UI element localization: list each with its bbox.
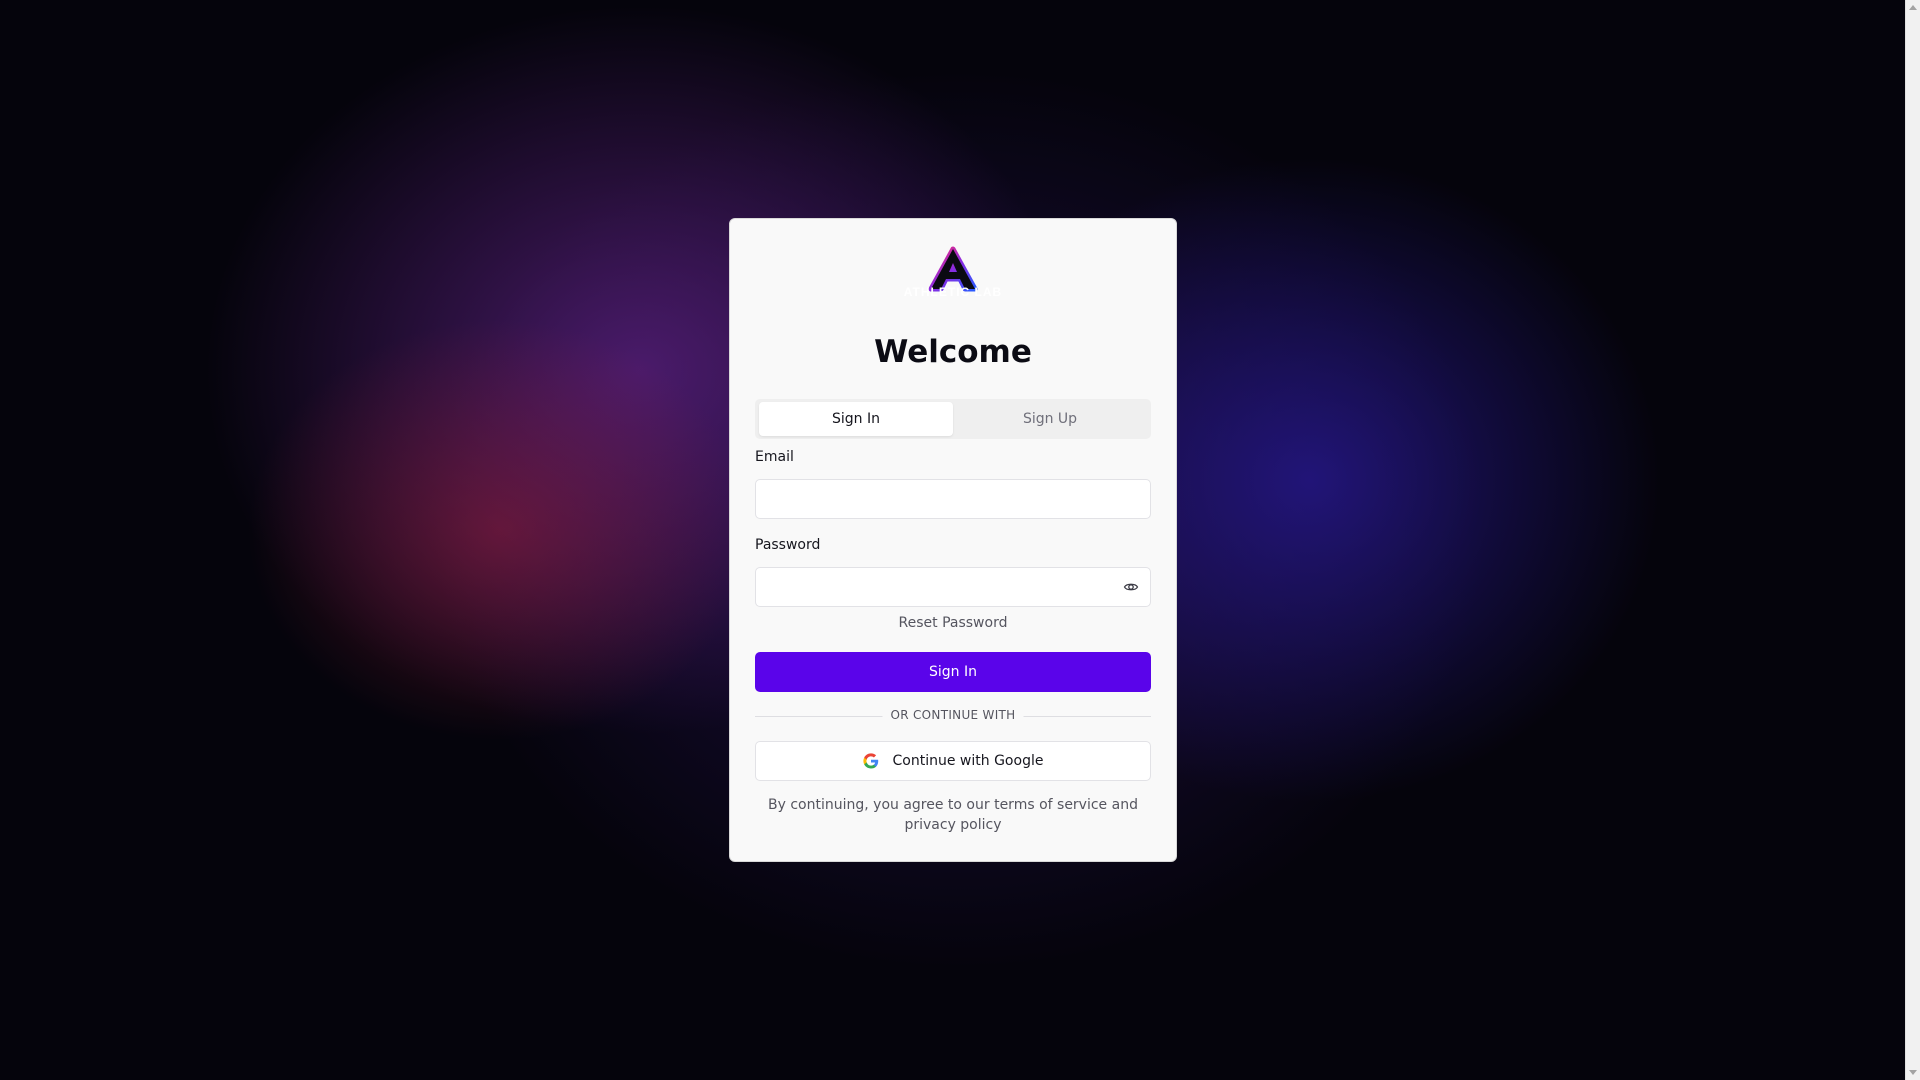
scroll-up-icon[interactable] [1909, 5, 1917, 10]
scroll-down-icon[interactable] [1909, 1070, 1917, 1075]
google-button-label: Continue with Google [892, 753, 1044, 769]
email-label: Email [755, 449, 794, 465]
page-title: Welcome [874, 334, 1032, 370]
password-label: Password [755, 537, 821, 553]
email-field[interactable] [755, 479, 1151, 519]
auth-card: ATHLETIC LAB Welcome Sign In Sign Up Ema… [729, 218, 1177, 862]
tab-sign-up[interactable]: Sign Up [953, 402, 1147, 436]
brand-logo: ATHLETIC LAB [883, 245, 1023, 299]
password-field[interactable] [755, 567, 1151, 607]
google-sign-in-button[interactable]: Continue with Google [755, 741, 1151, 781]
terms-text: By continuing, you agree to our terms of… [768, 797, 1138, 833]
reset-password-link[interactable]: Reset Password [730, 615, 1176, 631]
auth-tabs: Sign In Sign Up [755, 399, 1151, 439]
eye-icon[interactable] [1123, 579, 1139, 595]
vertical-scrollbar[interactable] [1905, 0, 1920, 1080]
divider-text: OR CONTINUE WITH [882, 708, 1024, 722]
brand-name: ATHLETIC LAB [903, 285, 1003, 299]
sign-in-button[interactable]: Sign In [755, 652, 1151, 692]
google-icon [862, 753, 878, 769]
tab-sign-in[interactable]: Sign In [759, 402, 953, 436]
